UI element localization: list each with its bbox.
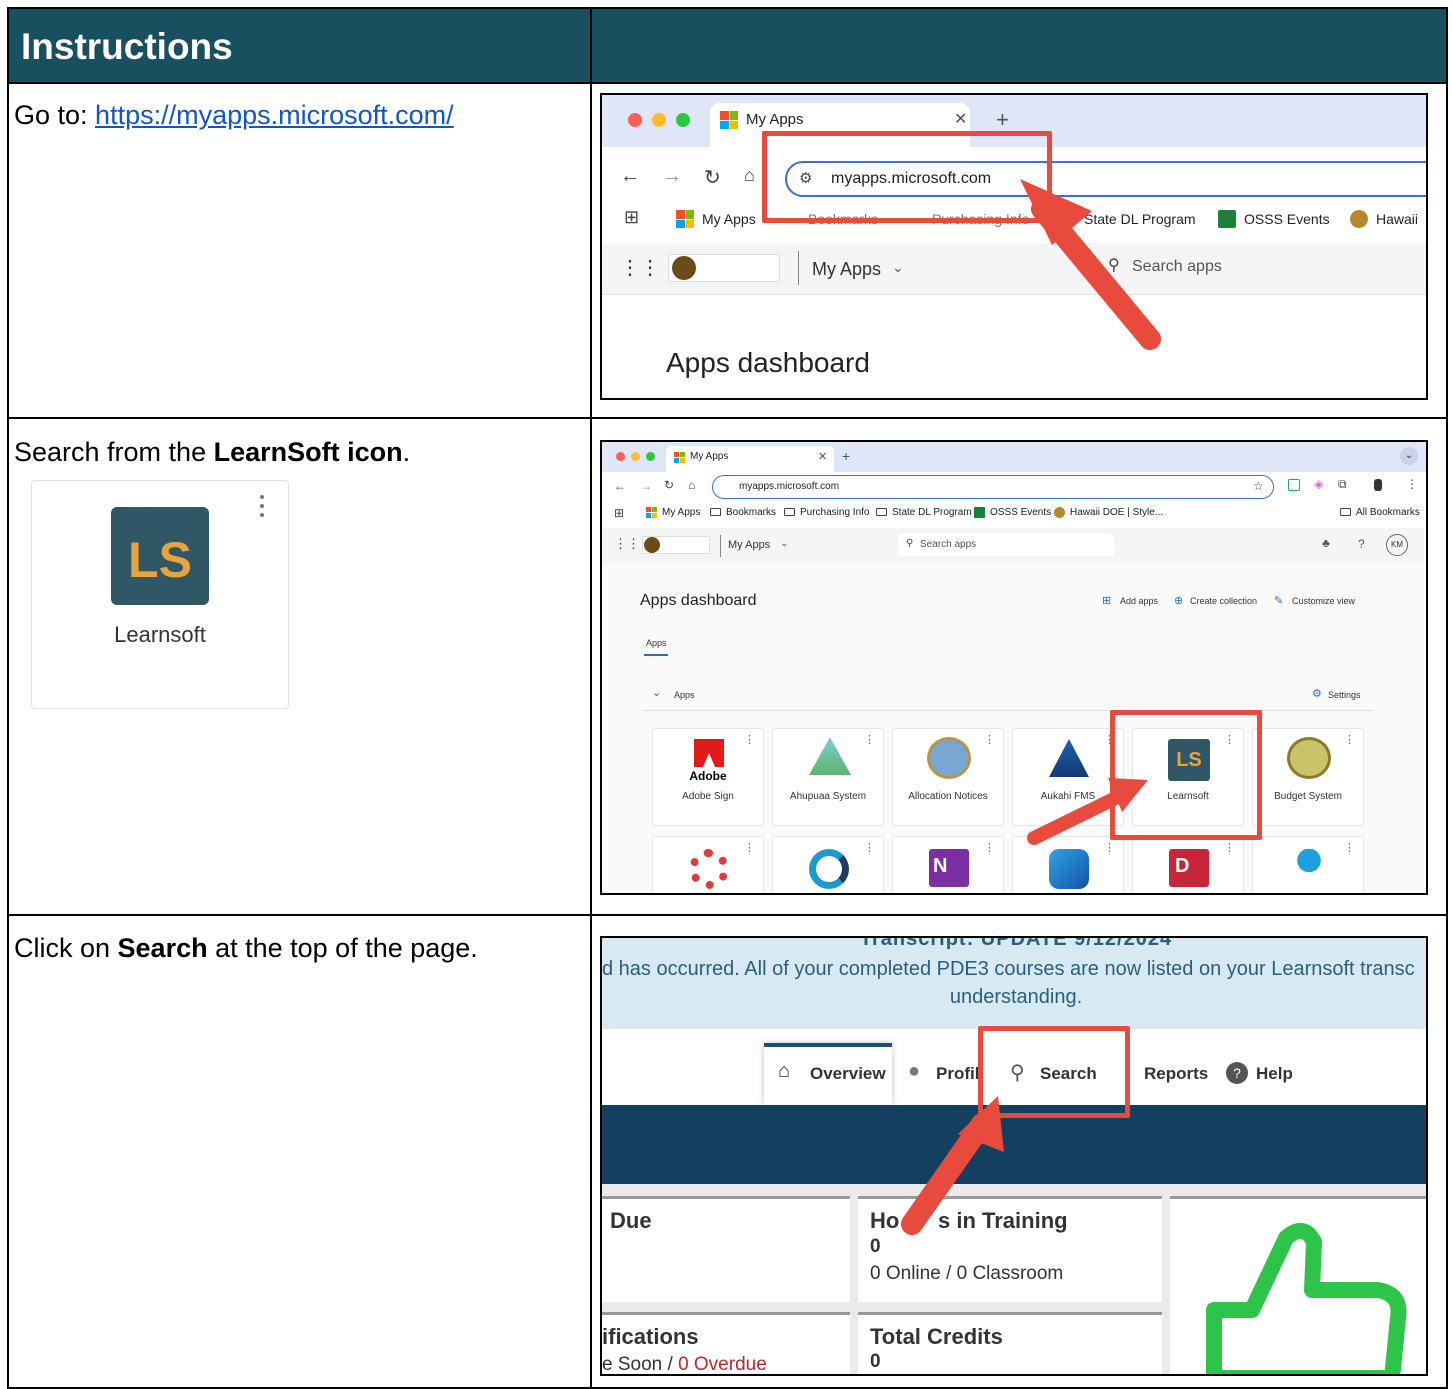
column-divider [590,9,592,1389]
table-header-right [592,9,1446,82]
screenshot-learnsoft-search: Transcript: UPDATE 9/12/2024 d has occur… [600,936,1428,1376]
instruction-text: at the top of the page. [207,933,478,963]
screenshot-apps-dashboard: My Apps ✕ + ⌄ ← → ↻ ⌂ myapps.microsoft.c… [600,440,1428,895]
pointer-arrow-icon [1020,179,1161,350]
instruction-text: Click on [14,933,118,963]
instruction-step-3: Click on Search at the top of the page. [14,933,478,964]
row-divider [9,82,1446,84]
instruction-text: Go to: [14,100,96,130]
learnsoft-label: Learnsoft [114,622,206,647]
myapps-link[interactable]: https://myapps.microsoft.com/ [95,100,454,130]
instruction-bold: LearnSoft icon [213,437,403,467]
row-divider [9,914,1446,916]
instruction-text: Search from the [14,437,214,467]
pointer-arrow-icon [901,1096,1004,1235]
learnsoft-icon: LS [111,507,209,605]
learnsoft-icon-text: LS [128,532,192,588]
table-header-title: Instructions [21,26,233,67]
row-divider [9,417,1446,419]
kebab-menu-icon[interactable] [260,495,264,517]
screenshot-myapps-url: My Apps ✕ + ← → ↻ ⌂ ⚙ myapps.microsoft.c… [600,93,1428,400]
instruction-step-1: Go to: https://myapps.microsoft.com/ [14,100,454,131]
instruction-text: . [402,437,411,467]
learnsoft-tile[interactable]: LS Learnsoft [31,480,289,709]
table-header-left: Instructions [9,9,590,82]
instruction-step-2: Search from the LearnSoft icon. [14,437,410,468]
instruction-bold: Search [117,933,208,963]
pointer-arrow-icon [1027,778,1148,845]
